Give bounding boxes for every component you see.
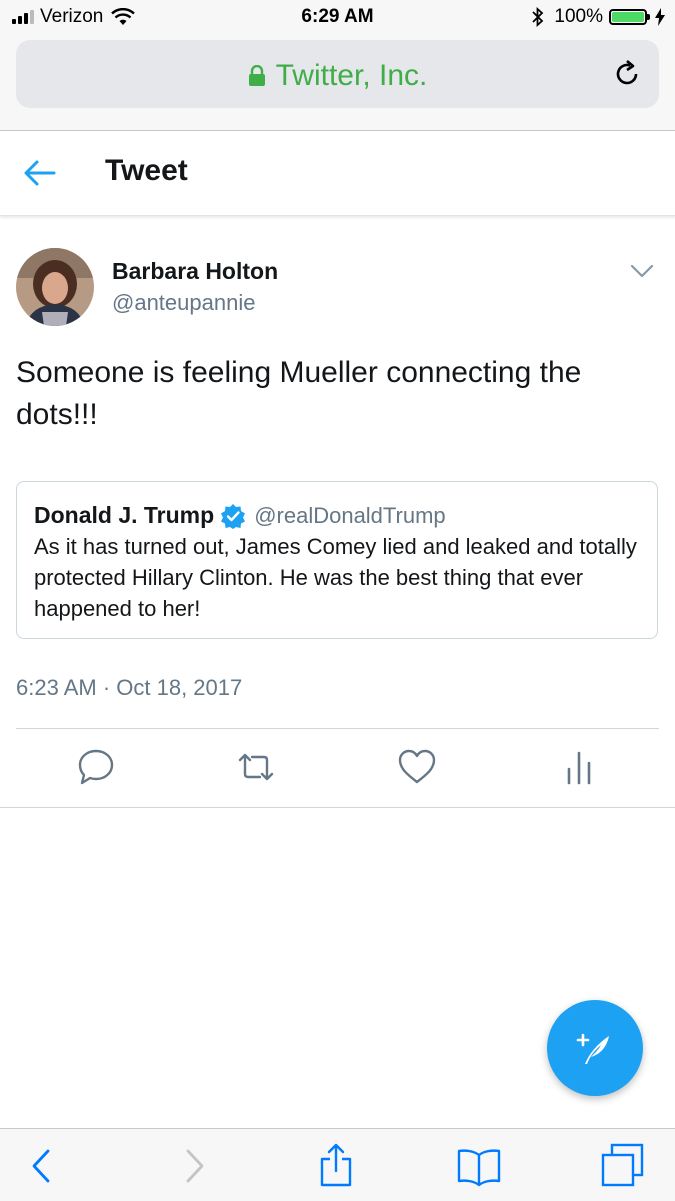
compose-quill-icon xyxy=(576,1033,609,1064)
bookmarks-icon[interactable] xyxy=(456,1143,502,1189)
divider xyxy=(0,807,675,808)
quoted-author-name: Donald J. Trump xyxy=(34,502,215,528)
verified-badge-icon xyxy=(221,503,246,529)
like-icon[interactable] xyxy=(397,747,437,787)
browser-toolbar xyxy=(0,1128,675,1201)
back-icon[interactable] xyxy=(20,1143,66,1189)
forward-icon[interactable] xyxy=(170,1143,216,1189)
avatar[interactable] xyxy=(16,248,94,326)
address-bar[interactable]: Twitter, Inc. xyxy=(16,40,659,108)
battery-percent: 100% xyxy=(554,6,603,27)
browser-address-area: Twitter, Inc. xyxy=(0,34,675,131)
analytics-icon[interactable] xyxy=(559,747,599,787)
tabs-icon[interactable] xyxy=(600,1143,646,1189)
reply-icon[interactable] xyxy=(76,747,116,787)
quoted-tweet-text: As it has turned out, James Comey lied a… xyxy=(34,534,637,621)
site-name: Twitter, Inc. xyxy=(275,59,428,92)
bluetooth-icon xyxy=(532,7,544,27)
author-handle[interactable]: @anteupannie xyxy=(112,290,255,316)
back-arrow-icon[interactable] xyxy=(22,155,58,191)
address-display[interactable]: Twitter, Inc. xyxy=(16,59,659,93)
share-icon[interactable] xyxy=(313,1143,359,1189)
charging-icon xyxy=(655,8,665,26)
page-title: Tweet xyxy=(105,154,188,187)
status-bar: Verizon 6:29 AM 100% xyxy=(0,0,675,34)
quoted-tweet[interactable]: Donald J. Trump @realDonaldTrump As it h… xyxy=(16,481,658,639)
quoted-tweet-header: Donald J. Trump @realDonaldTrump xyxy=(34,502,446,529)
tweet-actions xyxy=(0,729,675,807)
battery-icon xyxy=(609,9,650,25)
tweet-text: Someone is feeling Mueller connecting th… xyxy=(16,356,582,431)
retweet-icon[interactable] xyxy=(236,747,276,787)
author-name[interactable]: Barbara Holton xyxy=(112,258,278,285)
status-right: 100% xyxy=(532,6,665,28)
chevron-down-icon[interactable] xyxy=(629,258,655,284)
quoted-author-handle: @realDonaldTrump xyxy=(254,502,446,528)
lock-icon xyxy=(248,64,265,86)
tweet-timestamp: 6:23 AM · Oct 18, 2017 xyxy=(16,675,243,700)
page-header: Tweet xyxy=(0,131,675,216)
reload-icon[interactable] xyxy=(611,58,643,90)
compose-tweet-button[interactable] xyxy=(547,1000,643,1096)
